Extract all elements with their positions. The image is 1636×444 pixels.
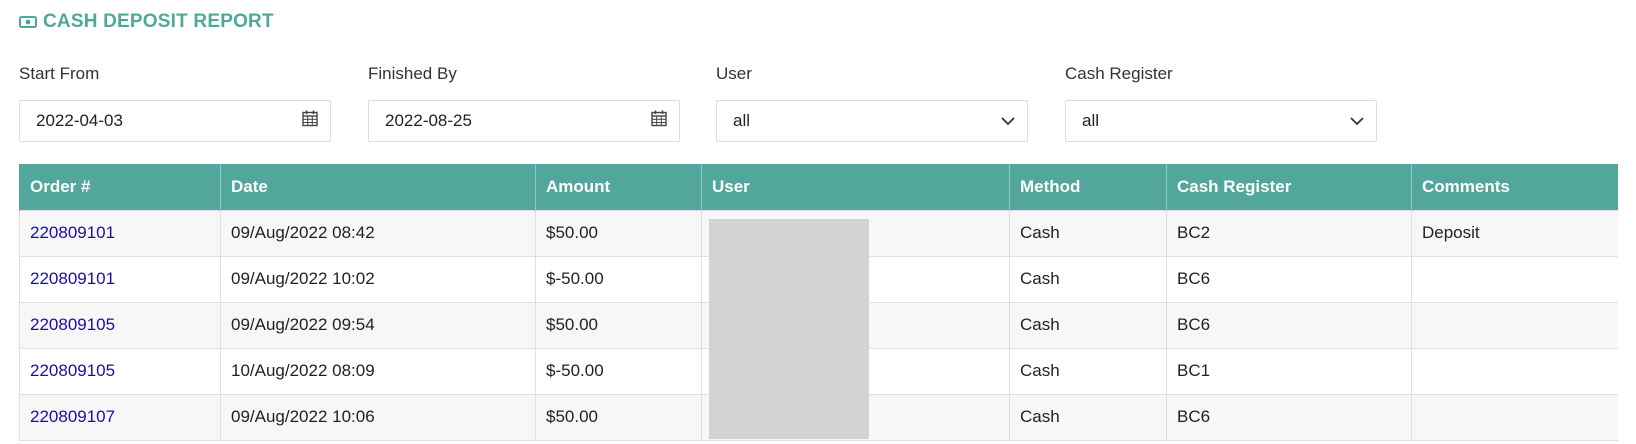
column-header-order[interactable]: Order # [19,164,221,210]
chevron-down-icon [1350,111,1364,131]
method-cell: Cash [1009,347,1167,395]
cash-register-cell: BC1 [1166,347,1412,395]
redacted-user-block [709,219,869,439]
amount-cell: $-50.00 [535,255,702,303]
user-select-value: all [733,111,751,130]
end-date-filter: Finished By 2022-08-25 [368,64,680,142]
column-header-cash-register[interactable]: Cash Register [1166,164,1412,210]
cash-register-cell: BC6 [1166,301,1412,349]
amount-cell: $50.00 [535,209,702,257]
user-filter: User all [716,64,1028,142]
date-cell: 09/Aug/2022 10:06 [220,393,536,441]
cash-register-select[interactable]: all [1065,100,1377,142]
end-date-input[interactable]: 2022-08-25 [368,100,680,142]
start-date-filter: Start From 2022-04-03 [19,64,331,142]
end-date-value: 2022-08-25 [385,111,472,130]
start-date-value: 2022-04-03 [36,111,123,130]
calendar-icon[interactable] [651,110,667,132]
method-cell: Cash [1009,301,1167,349]
method-cell: Cash [1009,255,1167,303]
amount-cell: $-50.00 [535,347,702,395]
order-link[interactable]: 220809105 [30,315,115,334]
date-cell: 09/Aug/2022 09:54 [220,301,536,349]
order-link[interactable]: 220809105 [30,361,115,380]
comments-cell [1411,301,1618,349]
comments-cell: Deposit [1411,209,1618,257]
user-select[interactable]: all [716,100,1028,142]
chevron-down-icon [1001,111,1015,131]
method-cell: Cash [1009,209,1167,257]
column-header-amount[interactable]: Amount [535,164,702,210]
cash-icon [19,16,37,28]
comments-cell [1411,393,1618,441]
date-cell: 10/Aug/2022 08:09 [220,347,536,395]
order-cell: 220809101 [19,209,221,257]
page-title-text: CASH DEPOSIT REPORT [43,11,274,32]
order-link[interactable]: 220809101 [30,269,115,288]
order-link[interactable]: 220809101 [30,223,115,242]
order-cell: 220809101 [19,255,221,303]
column-header-comments[interactable]: Comments [1411,164,1618,210]
cash-register-filter: Cash Register all [1065,64,1377,142]
order-link[interactable]: 220809107 [30,407,115,426]
cash-register-cell: BC6 [1166,393,1412,441]
filter-bar: Start From 2022-04-03 Finished By 2022-0… [0,64,1636,144]
end-date-label: Finished By [368,64,457,83]
date-cell: 09/Aug/2022 10:02 [220,255,536,303]
order-cell: 220809105 [19,301,221,349]
amount-cell: $50.00 [535,393,702,441]
comments-cell [1411,255,1618,303]
cash-register-cell: BC2 [1166,209,1412,257]
start-date-input[interactable]: 2022-04-03 [19,100,331,142]
cash-register-select-value: all [1082,111,1100,130]
column-header-user[interactable]: User [701,164,1010,210]
method-cell: Cash [1009,393,1167,441]
deposit-table-wrapper: Order # Date Amount User Method Cash Reg… [19,164,1618,444]
cash-register-cell: BC6 [1166,255,1412,303]
comments-cell [1411,347,1618,395]
calendar-icon[interactable] [302,110,318,132]
table-header-row: Order # Date Amount User Method Cash Reg… [19,164,1618,210]
order-cell: 220809107 [19,393,221,441]
user-filter-label: User [716,64,752,83]
start-date-label: Start From [19,64,100,83]
page-title: CASH DEPOSIT REPORT [19,11,274,33]
column-header-date[interactable]: Date [220,164,536,210]
amount-cell: $50.00 [535,301,702,349]
column-header-method[interactable]: Method [1009,164,1167,210]
date-cell: 09/Aug/2022 08:42 [220,209,536,257]
order-cell: 220809105 [19,347,221,395]
cash-register-filter-label: Cash Register [1065,64,1173,83]
